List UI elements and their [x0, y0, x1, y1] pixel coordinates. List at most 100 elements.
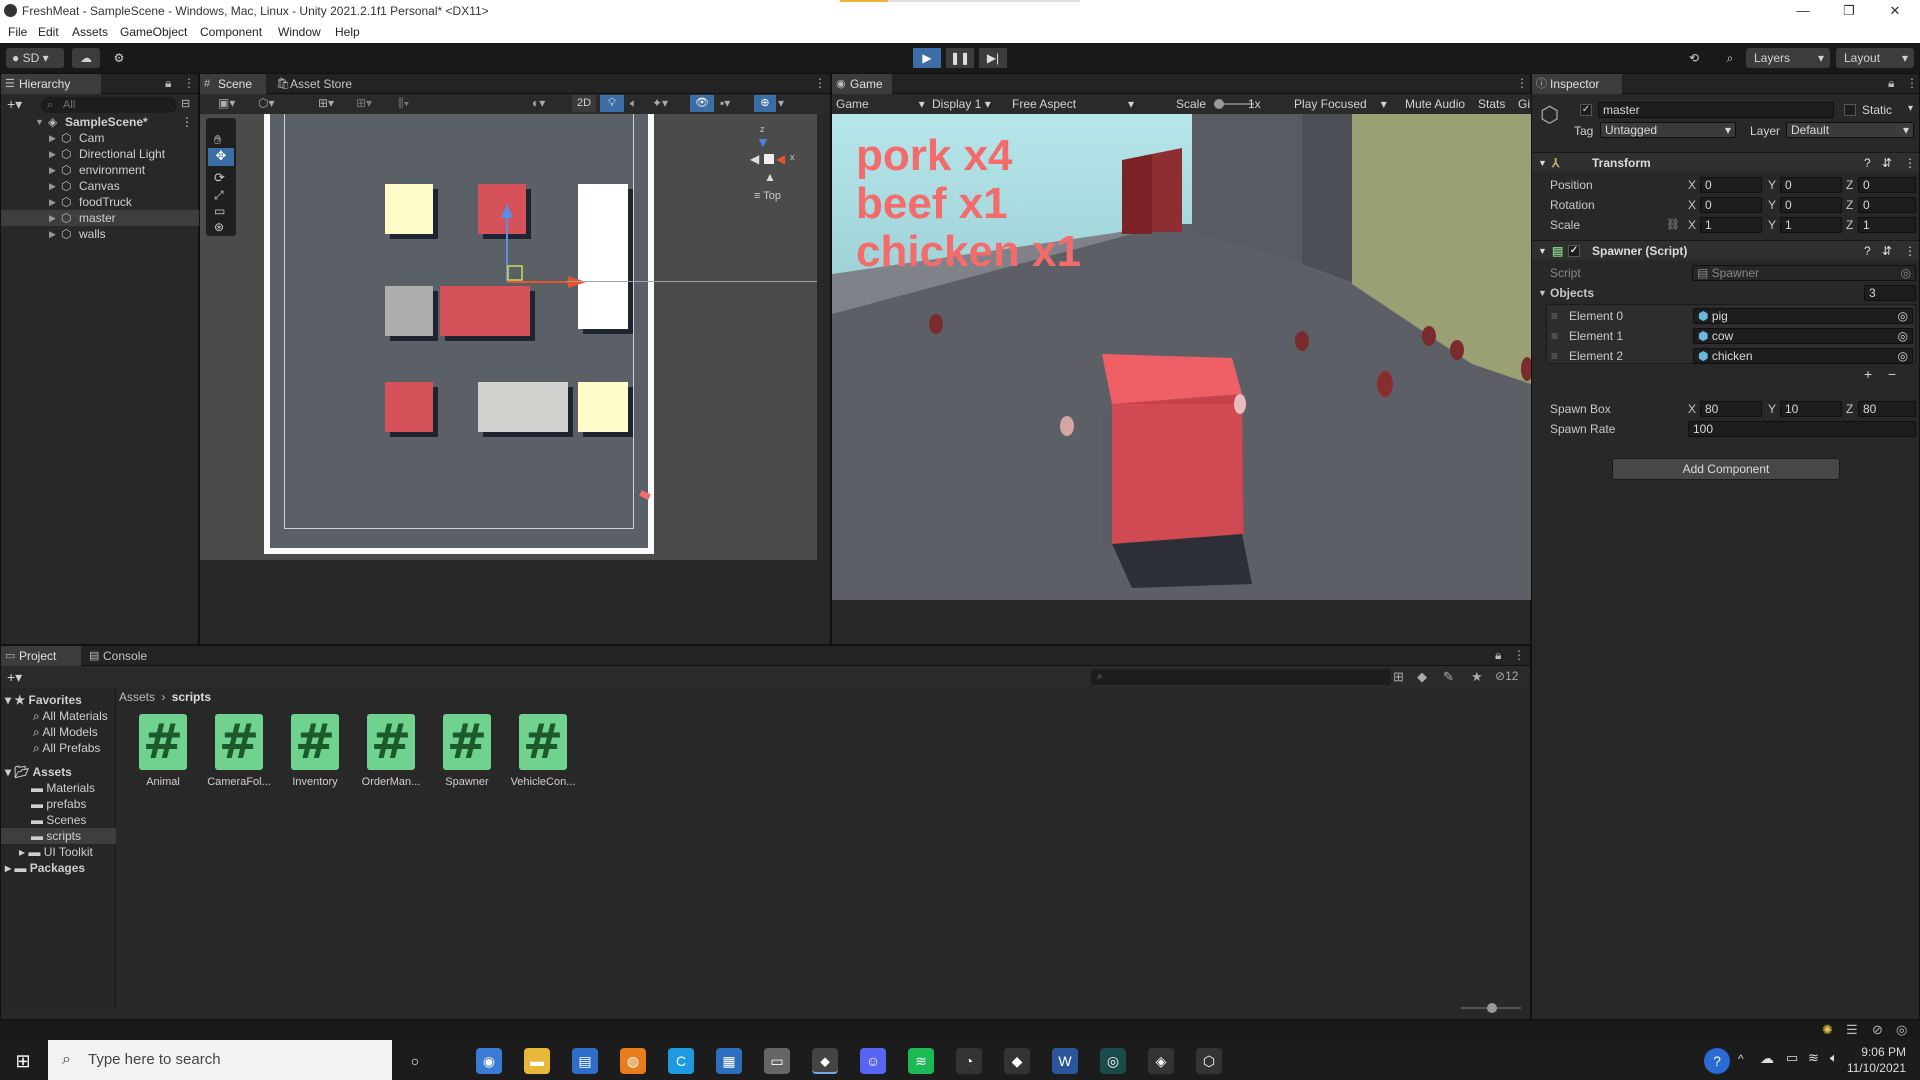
hierarchy-item[interactable]: ▶ ⬡ walls	[1, 226, 199, 242]
store-icon[interactable]: ▤	[572, 1048, 598, 1074]
tab-project[interactable]: ▭ Project	[1, 646, 81, 666]
folder-item[interactable]: ▬ prefabs	[31, 796, 86, 812]
position-y-field[interactable]: 0	[1780, 177, 1842, 193]
list-item[interactable]: ≡ Element 1 ⬢ cow ◎	[1547, 327, 1915, 345]
align-icon[interactable]: ⫼▾	[398, 96, 409, 111]
object-picker-icon[interactable]: ◎	[1901, 266, 1911, 280]
more-options-icon[interactable]: ⋮	[1516, 76, 1528, 90]
lock-icon[interactable]: 🔒︎	[165, 76, 171, 91]
scene-viewport[interactable]: ✋︎ ✥ ⟳ ⤢ ▭ ⊛ z ▼ ◀ ◀ x ▲ ≡ Top	[200, 114, 817, 560]
script-asset[interactable]: # CameraFol...	[204, 714, 274, 788]
move-tool-icon[interactable]: ✥	[208, 148, 234, 166]
menu-assets[interactable]: Assets	[72, 25, 108, 39]
view-select-dropdown[interactable]: Game ▾	[836, 94, 925, 114]
hierarchy-item[interactable]: ▶ ⬡ environment	[1, 162, 199, 178]
search-by-label-icon[interactable]: ◆	[1417, 669, 1427, 685]
more-options-icon[interactable]: ⋮	[1904, 153, 1916, 173]
add-component-button[interactable]: Add Component	[1612, 458, 1840, 480]
windows-start-icon[interactable]: ⊞	[10, 1048, 36, 1074]
script-asset[interactable]: # OrderMan...	[356, 714, 426, 788]
unity-editor-icon[interactable]: ⬡	[1196, 1048, 1222, 1074]
onedrive-icon[interactable]: ☁	[1760, 1050, 1774, 1067]
more-options-icon[interactable]: ⋮	[814, 76, 826, 90]
scene-root-row[interactable]: ▼ ◈ SampleScene* ⋮	[1, 114, 199, 130]
help-icon[interactable]: ?	[1864, 241, 1871, 261]
icon-size-slider-handle[interactable]	[1487, 1003, 1497, 1013]
tab-inspector[interactable]: ⓘ Inspector	[1532, 74, 1622, 94]
remove-element-button[interactable]: −	[1888, 366, 1896, 382]
restore-button[interactable]: ❐	[1826, 0, 1872, 22]
search-by-type-icon[interactable]: ⊞	[1393, 669, 1404, 685]
render-mode-icon[interactable]: ⬡▾	[258, 96, 275, 110]
stats-toggle[interactable]: Stats	[1478, 94, 1505, 114]
rect-tool-icon[interactable]: ▭	[214, 204, 225, 218]
aspect-dropdown[interactable]: Free Aspect ▾	[1012, 94, 1134, 114]
chevron-down-icon[interactable]: ▾	[1908, 103, 1913, 114]
rotate-tool-icon[interactable]: ⟳	[214, 170, 225, 186]
static-checkbox[interactable]	[1844, 104, 1856, 116]
cortana-icon[interactable]: ○	[402, 1048, 428, 1074]
volume-icon[interactable]: 🔈︎	[1830, 1050, 1838, 1066]
unity-hub-icon[interactable]: ⬥	[812, 1048, 838, 1074]
expand-arrow-icon[interactable]: ▶	[49, 178, 56, 194]
expand-arrow-icon[interactable]: ▼	[35, 114, 44, 130]
script-asset[interactable]: # VehicleCon...	[508, 714, 578, 788]
script-field[interactable]: ▤ Spawner ◎	[1692, 265, 1916, 281]
assets-root-row[interactable]: ▾ 📂︎ Assets	[5, 764, 72, 780]
object-picker-icon[interactable]: ◎	[1898, 329, 1908, 343]
unity-icon[interactable]: ◈	[1148, 1048, 1174, 1074]
hand-tool-icon[interactable]: ✋︎	[214, 132, 221, 148]
monitor-icon[interactable]: ▭	[1786, 1050, 1798, 1066]
game-viewport[interactable]: pork x4 beef x1 chicken x1	[832, 114, 1531, 600]
clock-date[interactable]: 11/10/2021	[1840, 1061, 1906, 1075]
search-icon[interactable]: ⌕	[1716, 48, 1744, 68]
transform-tool-icon[interactable]: ⊛	[214, 220, 224, 234]
element-field[interactable]: ⬢ pig ◎	[1693, 308, 1913, 324]
rotation-z-field[interactable]: 0	[1858, 197, 1916, 213]
spawn-box-x-field[interactable]: 80	[1700, 401, 1762, 417]
help-icon[interactable]: ?	[1704, 1048, 1730, 1074]
enabled-checkbox[interactable]: ✓	[1568, 245, 1580, 257]
chevron-down-icon[interactable]: ▾	[778, 96, 784, 110]
filter-icon[interactable]: ⊟	[181, 97, 190, 110]
object-name-field[interactable]: master	[1598, 102, 1834, 118]
tag-icon[interactable]: ✎	[1443, 669, 1454, 685]
transform-header[interactable]: ▼ ⅄ Transform ? ⇵ ⋮	[1532, 152, 1919, 172]
collapse-arrow-icon[interactable]: ▼	[1538, 284, 1547, 302]
expand-arrow-icon[interactable]: ▶	[49, 162, 56, 178]
add-object-button[interactable]: +▾	[7, 96, 22, 113]
spawn-rate-field[interactable]: 100	[1688, 421, 1916, 437]
play-mode-dropdown[interactable]: Play Focused ▾	[1294, 94, 1387, 114]
clock-time[interactable]: 9:06 PM	[1852, 1045, 1906, 1059]
chrome-icon[interactable]: ◉	[476, 1048, 502, 1074]
position-x-field[interactable]: 0	[1700, 177, 1762, 193]
list-item[interactable]: ≡ Element 2 ⬢ chicken ◎	[1547, 347, 1915, 365]
more-options-icon[interactable]: ⋮	[183, 76, 195, 90]
game-controller-icon[interactable]: ◆	[1004, 1048, 1030, 1074]
layer-dropdown[interactable]: Default ▾	[1786, 122, 1914, 138]
close-button[interactable]: ✕	[1872, 0, 1918, 22]
blender-icon[interactable]: ◍	[620, 1048, 646, 1074]
hidden-packages-toggle[interactable]: ⊘12	[1495, 669, 1518, 683]
folder-item-selected[interactable]: ▬ scripts	[1, 828, 116, 844]
word-icon[interactable]: W	[1052, 1048, 1078, 1074]
active-checkbox[interactable]: ✓	[1580, 104, 1592, 116]
visibility-icon[interactable]: 👁︎	[690, 95, 714, 112]
expand-arrow-icon[interactable]: ▶	[49, 146, 56, 162]
link-icon[interactable]: ⛓︎	[1666, 216, 1680, 234]
gizmos-toggle[interactable]: Gi	[1518, 94, 1530, 114]
status-check-icon[interactable]: ◎	[1896, 1022, 1907, 1038]
pause-button[interactable]: ❚❚	[946, 48, 974, 68]
minimize-button[interactable]: —	[1780, 0, 1826, 22]
lock-icon[interactable]: 🔒︎	[1495, 648, 1501, 663]
favorites-row[interactable]: ▾ ★ Favorites	[5, 692, 82, 708]
collab-icon[interactable]: ⚙	[108, 48, 130, 68]
breadcrumb-scripts[interactable]: scripts	[172, 690, 211, 704]
app-window-icon[interactable]: ▭	[764, 1048, 790, 1074]
shading-icon[interactable]: ◐▾	[532, 96, 545, 110]
cache-icon[interactable]: ☰	[1846, 1022, 1858, 1038]
tab-game[interactable]: ◉ Game	[832, 74, 892, 94]
tab-asset-store[interactable]: 🛍︎ Asset Store	[272, 74, 372, 94]
account-dropdown[interactable]: ● SD ▾	[6, 48, 64, 68]
draw-mode-icon[interactable]: ▣▾	[218, 96, 235, 110]
